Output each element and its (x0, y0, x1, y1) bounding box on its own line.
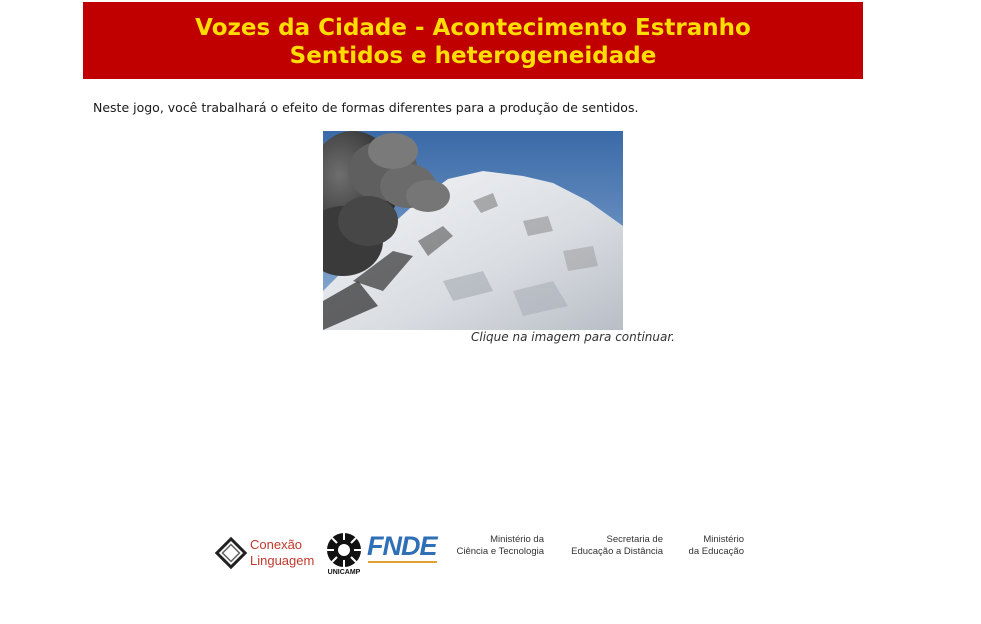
page: Vozes da Cidade - Acontecimento Estranho… (0, 0, 981, 624)
fnde-label: FNDE (367, 531, 437, 561)
unicamp-label: UNICAMP (327, 569, 361, 576)
unicamp-logo: UNICAMP (322, 531, 366, 579)
secretaria-educacao-distancia-logo: Secretaria de Educação a Distância (562, 534, 663, 558)
sed-label-2: Educação a Distância (571, 546, 663, 557)
conexao-diamond-icon (214, 536, 248, 570)
volcano-image-link[interactable] (323, 131, 623, 330)
sed-label-1: Secretaria de (606, 534, 663, 545)
title-banner: Vozes da Cidade - Acontecimento Estranho… (83, 2, 863, 79)
mct-label-1: Ministério da (490, 534, 544, 545)
mec-label-1: Ministério (703, 534, 744, 545)
intro-text: Neste jogo, você trabalhará o efeito de … (93, 100, 639, 115)
ministerio-ciencia-tecnologia-logo: Ministério da Ciência e Tecnologia (448, 534, 545, 558)
page-title-line2: Sentidos e heterogeneidade (289, 43, 657, 69)
ministerio-educacao-logo: Ministério da Educação (680, 534, 744, 558)
page-title-line1: Vozes da Cidade - Acontecimento Estranho (195, 15, 751, 41)
conexao-linguagem-logo: Conexão Linguagem (210, 535, 320, 571)
continue-caption: Clique na imagem para continuar. (471, 330, 675, 344)
conexao-label-1: Conexão (250, 537, 303, 552)
mec-label-2: da Educação (688, 546, 744, 557)
mct-label-2: Ciência e Tecnologia (456, 546, 545, 557)
fnde-underline (368, 561, 437, 563)
fnde-logo: FNDE (367, 531, 439, 565)
conexao-label-2: Linguagem (250, 553, 315, 568)
unicamp-emblem-icon (327, 533, 361, 567)
